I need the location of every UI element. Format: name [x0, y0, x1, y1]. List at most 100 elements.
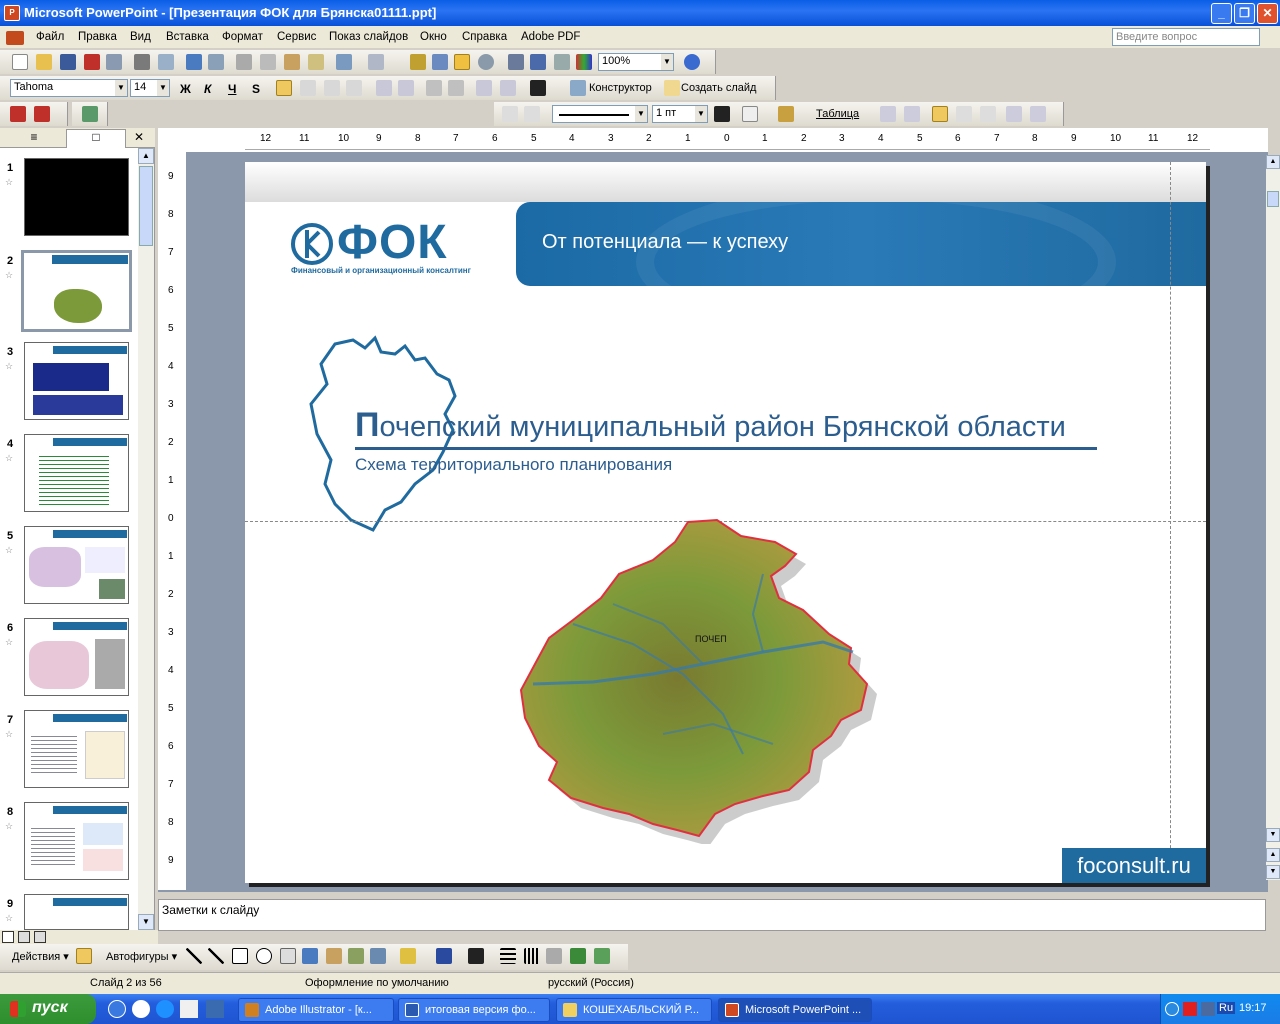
3d-style-icon[interactable]	[594, 948, 610, 964]
draw-table-icon[interactable]	[502, 106, 518, 122]
rectangle-icon[interactable]	[232, 948, 248, 964]
task-powerpoint[interactable]: Microsoft PowerPoint ...	[718, 998, 872, 1022]
insert-table-icon[interactable]	[880, 106, 896, 122]
fill-color-icon[interactable]	[778, 106, 794, 122]
slide-thumb-8[interactable]	[24, 802, 129, 880]
arrow-icon[interactable]	[208, 948, 224, 964]
textbox-icon[interactable]	[280, 948, 296, 964]
bold-button[interactable]: Ж	[180, 82, 191, 96]
cut-icon[interactable]	[236, 54, 252, 70]
scroll-down-icon[interactable]: ▼	[138, 914, 154, 930]
slide-thumb-6[interactable]	[24, 618, 129, 696]
slide-thumb-5[interactable]	[24, 526, 129, 604]
next-slide-icon[interactable]: ▼	[1266, 865, 1280, 879]
font-grow-icon[interactable]	[426, 80, 442, 96]
region-map[interactable]: ПОЧЕП	[513, 514, 893, 844]
new-slide-icon[interactable]	[664, 80, 680, 96]
email-icon[interactable]	[106, 54, 122, 70]
menu-view[interactable]: Вид	[130, 31, 151, 43]
maximize-button[interactable]: ❐	[1234, 3, 1255, 24]
table-menu-button[interactable]: Таблица	[816, 108, 859, 120]
tab-slides[interactable]: □	[66, 129, 126, 148]
minimize-button[interactable]: _	[1211, 3, 1232, 24]
language-indicator[interactable]: Ru	[1217, 1002, 1236, 1014]
task-folder[interactable]: КОШЕХАБЛЬСКИЙ Р...	[556, 998, 712, 1022]
menu-window[interactable]: Окно	[420, 31, 447, 43]
pdf-create-icon[interactable]	[10, 106, 26, 122]
align-middle-icon[interactable]	[956, 106, 972, 122]
scroll-thumb[interactable]	[1267, 191, 1279, 207]
desktop-icon[interactable]	[108, 1000, 126, 1018]
vertical-guide[interactable]	[1170, 162, 1171, 883]
antivirus-icon[interactable]	[1183, 1002, 1197, 1016]
vertical-ruler[interactable]: 9 8 7 6 5 4 3 2 1 0 1 2 3 4 5 6 7 8 9	[162, 158, 184, 880]
designer-button[interactable]: Конструктор	[589, 82, 652, 94]
notes-pane[interactable]: Заметки к слайду	[158, 899, 1266, 931]
scroll-down-icon[interactable]: ▼	[1266, 828, 1280, 842]
diagram-icon[interactable]	[326, 948, 342, 964]
line-style-icon[interactable]	[500, 948, 516, 964]
align-left-icon[interactable]	[276, 80, 292, 96]
pdf-icon[interactable]	[84, 54, 100, 70]
menu-help[interactable]: Справка	[462, 31, 507, 43]
normal-view-icon[interactable]	[2, 931, 14, 943]
previous-slide-icon[interactable]: ▲	[1266, 848, 1280, 862]
align-right-icon[interactable]	[324, 80, 340, 96]
line-width-select[interactable]: 1 пт ▼	[652, 105, 708, 123]
tables-borders-icon[interactable]	[454, 54, 470, 70]
wordart-icon[interactable]	[302, 948, 318, 964]
numbering-icon[interactable]	[376, 80, 392, 96]
slide-thumb-9[interactable]	[24, 894, 129, 930]
slideshow-view-icon[interactable]	[34, 931, 46, 943]
menu-adobe-pdf[interactable]: Adobe PDF	[521, 31, 580, 43]
ie-icon[interactable]	[156, 1000, 174, 1018]
distribute-cols-icon[interactable]	[1030, 106, 1046, 122]
pdf-mail-icon[interactable]	[34, 106, 50, 122]
oval-icon[interactable]	[256, 948, 272, 964]
formatting-icon[interactable]	[530, 54, 546, 70]
reviewing-icon[interactable]	[82, 106, 98, 122]
eraser-icon[interactable]	[524, 106, 540, 122]
font-shrink-icon[interactable]	[448, 80, 464, 96]
justify-icon[interactable]	[346, 80, 362, 96]
ask-question-input[interactable]: Введите вопрос	[1112, 28, 1260, 46]
media-player-icon[interactable]	[132, 1000, 150, 1018]
menu-file[interactable]: Файл	[36, 31, 64, 43]
table-icon[interactable]	[432, 54, 448, 70]
indent-decrease-icon[interactable]	[476, 80, 492, 96]
menu-format[interactable]: Формат	[222, 31, 263, 43]
merge-cells-icon[interactable]	[904, 106, 920, 122]
research-icon[interactable]	[208, 54, 224, 70]
format-painter-icon[interactable]	[308, 54, 324, 70]
slides-scrollbar[interactable]: ▲ ▼	[138, 148, 154, 930]
slide-thumb-2[interactable]	[21, 250, 132, 332]
color-icon[interactable]	[576, 54, 592, 70]
help-icon[interactable]	[684, 54, 700, 70]
font-select[interactable]: Tahoma ▼	[10, 79, 128, 97]
print-icon[interactable]	[134, 54, 150, 70]
app-tray-icon[interactable]	[1201, 1002, 1215, 1016]
arrow-style-icon[interactable]	[546, 948, 562, 964]
slide-canvas[interactable]: ФОК Финансовый и организационный консалт…	[245, 162, 1206, 883]
editor-scrollbar[interactable]: ▲ ▼ ▲ ▼	[1266, 155, 1280, 880]
chart-icon[interactable]	[410, 54, 426, 70]
italic-button[interactable]: К	[204, 82, 211, 96]
notepad-icon[interactable]	[180, 1000, 198, 1018]
indent-increase-icon[interactable]	[500, 80, 516, 96]
slide-thumb-7[interactable]	[24, 710, 129, 788]
underline-button[interactable]: Ч	[228, 82, 236, 96]
slide-thumb-1[interactable]	[24, 158, 129, 236]
hyperlink-icon[interactable]	[478, 54, 494, 70]
redo-icon[interactable]	[368, 54, 384, 70]
grid-icon[interactable]	[554, 54, 570, 70]
autoshapes-menu[interactable]: Автофигуры ▾	[106, 950, 177, 963]
slide-thumb-3[interactable]	[24, 342, 129, 420]
line-style-select[interactable]: ▼	[552, 105, 648, 123]
start-button[interactable]: пуск	[0, 994, 96, 1024]
slide-thumb-4[interactable]	[24, 434, 129, 512]
close-button[interactable]: ✕	[1257, 3, 1278, 24]
designer-icon[interactable]	[570, 80, 586, 96]
paste-icon[interactable]	[284, 54, 300, 70]
expand-icon[interactable]	[508, 54, 524, 70]
tab-outline[interactable]: ≡	[4, 130, 64, 147]
